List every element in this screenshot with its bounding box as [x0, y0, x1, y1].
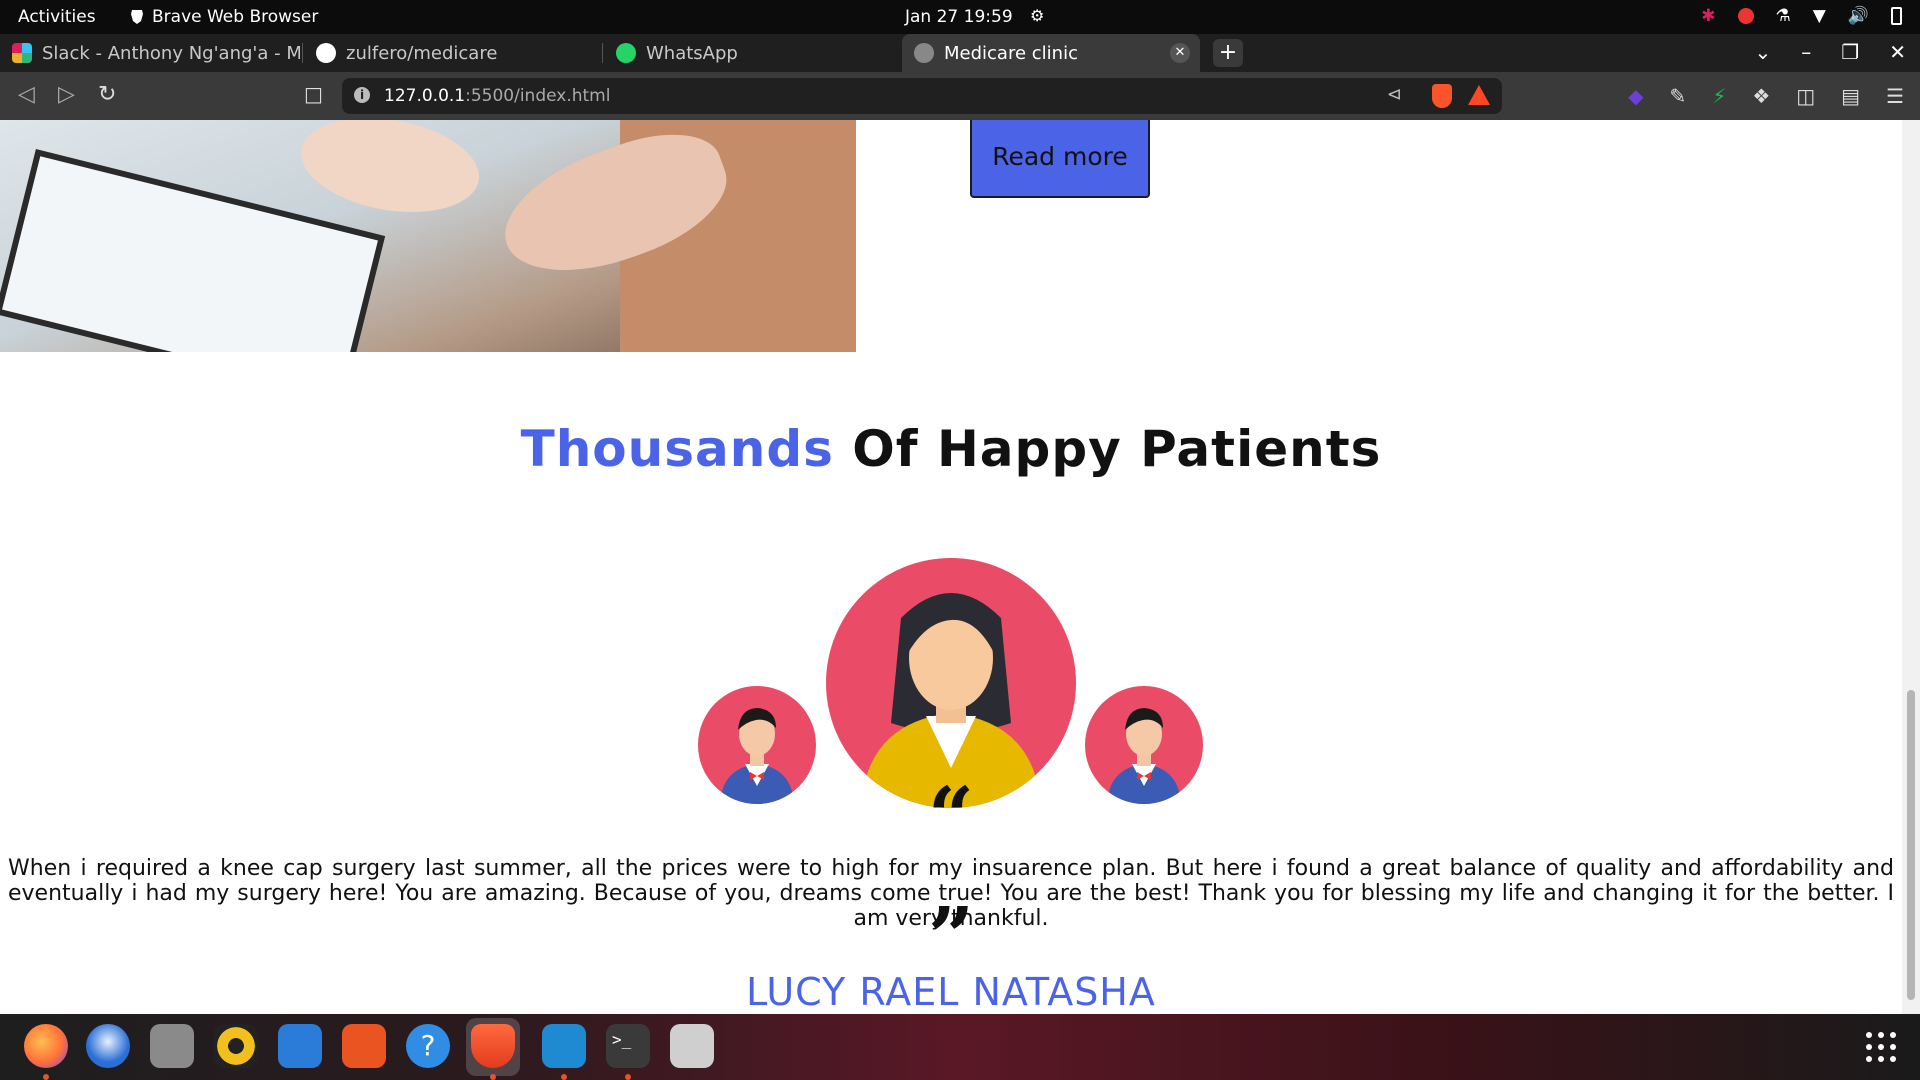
clock[interactable]: Jan 27 19:59: [905, 7, 1013, 27]
window-controls: ⌄ – ❐ ✕: [1755, 40, 1906, 64]
system-tray[interactable]: ✱ ⚗ ▼ 🔊: [1701, 6, 1902, 26]
extension-badge-icon[interactable]: ◆: [1628, 84, 1643, 108]
brave-rewards-icon[interactable]: [1468, 85, 1490, 105]
tab-label: WhatsApp: [646, 42, 738, 64]
sidebar-toggle-icon[interactable]: ◫: [1796, 84, 1815, 108]
back-button[interactable]: ◁: [18, 82, 35, 107]
tab-strip: Slack - Anthony Ng'ang'a - MY zulfero/me…: [0, 34, 1920, 72]
files-icon[interactable]: [150, 1024, 194, 1068]
page-scrollbar[interactable]: [1902, 120, 1920, 1014]
consultation-photo: [0, 120, 856, 352]
share-icon[interactable]: ⊲: [1387, 84, 1402, 105]
url-text[interactable]: 127.0.0.1:5500/index.html: [384, 86, 610, 106]
github-icon: [316, 43, 336, 63]
url-host: 127.0.0.1: [384, 86, 466, 106]
dock: ? >_: [0, 1014, 1920, 1080]
url-path: :5500/index.html: [465, 86, 611, 106]
close-window-button[interactable]: ✕: [1889, 40, 1906, 64]
patient-name: LUCY RAEL NATASHA: [746, 970, 1156, 1014]
thunderbird-icon[interactable]: [86, 1024, 130, 1068]
system-top-bar: Activities Brave Web Browser Jan 27 19:5…: [0, 0, 1920, 34]
tab-separator: [602, 43, 603, 63]
app-name-label: Brave Web Browser: [152, 7, 319, 27]
read-more-button[interactable]: Read more: [970, 120, 1150, 198]
firefox-icon[interactable]: [24, 1024, 68, 1080]
maximize-button[interactable]: ❐: [1841, 40, 1859, 64]
activities-button[interactable]: Activities: [18, 7, 96, 27]
open-quote-icon: “: [927, 769, 974, 863]
battery-icon[interactable]: [1891, 7, 1902, 25]
tab-github[interactable]: zulfero/medicare: [304, 34, 600, 72]
extension-runner-icon[interactable]: ⚡: [1712, 84, 1726, 108]
tab-separator: [302, 43, 303, 63]
software-center-icon[interactable]: [342, 1024, 386, 1068]
close-tab-icon[interactable]: ✕: [1170, 43, 1190, 63]
brave-shields-icon[interactable]: [1432, 84, 1452, 108]
tab-label: Slack - Anthony Ng'ang'a - MY: [42, 42, 300, 64]
minimize-button[interactable]: –: [1801, 40, 1811, 64]
help-icon[interactable]: ?: [406, 1024, 450, 1068]
notification-bell-icon: ⚙: [1030, 6, 1045, 25]
globe-icon: [914, 43, 934, 63]
brave-lion-icon: [131, 10, 143, 24]
tab-whatsapp[interactable]: WhatsApp: [604, 34, 900, 72]
libreoffice-writer-icon[interactable]: [278, 1024, 322, 1068]
scrollbar-thumb[interactable]: [1907, 690, 1915, 1000]
forward-button[interactable]: ▷: [58, 82, 75, 107]
new-tab-button[interactable]: +: [1213, 39, 1243, 67]
tab-medicare-clinic[interactable]: Medicare clinic ✕: [902, 34, 1200, 72]
site-info-icon[interactable]: i: [354, 87, 370, 103]
section-title-accent: Thousands: [520, 420, 834, 478]
slack-tray-icon[interactable]: ✱: [1701, 6, 1715, 26]
rhythmbox-icon[interactable]: [214, 1024, 258, 1068]
tab-search-chevron-icon[interactable]: ⌄: [1755, 40, 1772, 64]
close-quote-icon: ”: [927, 889, 974, 983]
bookmark-icon[interactable]: □: [304, 82, 323, 106]
reload-button[interactable]: ↻: [98, 82, 116, 107]
extensions-puzzle-icon[interactable]: ❖: [1752, 84, 1770, 108]
terminal-icon[interactable]: >_: [606, 1024, 650, 1080]
whatsapp-icon: [616, 43, 636, 63]
wallet-icon[interactable]: ▤: [1841, 84, 1860, 108]
address-bar[interactable]: i 127.0.0.1:5500/index.html ⊲: [342, 78, 1502, 114]
extensions-area: ◆ ✎ ⚡ ❖ ◫ ▤ ☰: [1628, 84, 1904, 108]
volume-icon[interactable]: 🔊: [1848, 6, 1869, 26]
doctor-hand: [293, 120, 487, 225]
trash-icon[interactable]: [670, 1024, 714, 1068]
section-title-rest: Of Happy Patients: [833, 420, 1382, 478]
section-title: Thousands Of Happy Patients: [0, 420, 1902, 478]
tab-label: zulfero/medicare: [346, 42, 498, 64]
show-applications-icon[interactable]: [1866, 1032, 1896, 1062]
browser-toolbar: ◁ ▷ ↻ □ i 127.0.0.1:5500/index.html ⊲ ◆ …: [0, 72, 1920, 120]
menu-icon[interactable]: ☰: [1886, 84, 1904, 108]
tab-label: Medicare clinic: [944, 42, 1078, 64]
tab-slack[interactable]: Slack - Anthony Ng'ang'a - MY: [0, 34, 300, 72]
brave-icon[interactable]: [471, 1024, 515, 1080]
accessibility-icon[interactable]: ⚗: [1776, 6, 1791, 26]
app-menu[interactable]: Brave Web Browser: [130, 7, 318, 27]
wifi-icon[interactable]: ▼: [1813, 6, 1826, 26]
slack-icon: [12, 43, 32, 63]
color-picker-icon[interactable]: ✎: [1670, 84, 1687, 108]
page-viewport: Read more Thousands Of Happy Patients “ …: [0, 120, 1902, 1014]
do-not-disturb-icon[interactable]: [1737, 8, 1754, 24]
vscode-icon[interactable]: [542, 1024, 586, 1080]
